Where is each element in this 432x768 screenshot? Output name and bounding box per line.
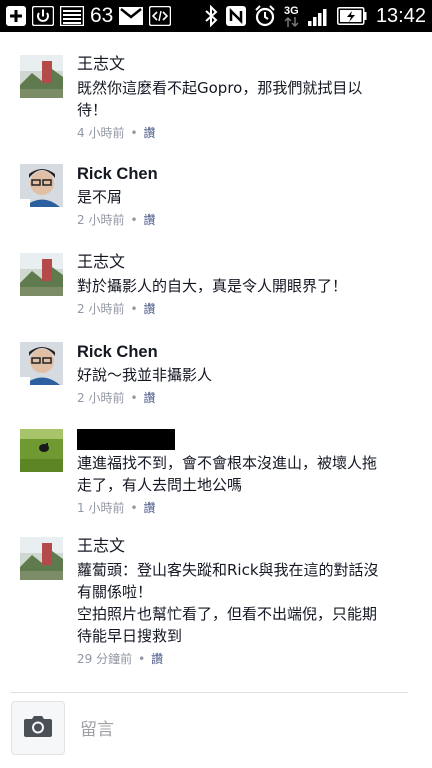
comment-text: 是不屑 — [77, 188, 123, 206]
comment-composer — [0, 693, 432, 768]
notification-count: 63 — [90, 4, 114, 27]
comment-list[interactable]: 王志文 既然你這麼看不起Gopro，那我們就拭目以 待！ 4 小時前 • 讚 Ric… — [0, 32, 432, 692]
author-name[interactable]: 王志文 — [77, 537, 416, 557]
author-name[interactable]: 王志文 — [77, 253, 416, 273]
comment-meta: 29 分鐘前 • 讚 — [77, 652, 164, 666]
comment-time: 1 小時前 — [77, 501, 125, 515]
comment-time: 2 小時前 — [77, 391, 125, 405]
power-icon — [32, 6, 54, 26]
comment-time: 29 分鐘前 — [77, 652, 133, 666]
nfc-icon — [225, 5, 247, 27]
comment-time: 2 小時前 — [77, 302, 125, 316]
comment-meta: 2 小時前 • 讚 — [77, 213, 156, 227]
author-name[interactable]: Rick Chen — [77, 342, 416, 362]
mail-icon — [119, 6, 144, 26]
author-name[interactable]: Rick Chen — [77, 164, 416, 184]
comment-time: 2 小時前 — [77, 213, 125, 227]
comment-text: 既然你這麼看不起Gopro，那我們就拭目以 待！ — [77, 79, 363, 119]
comment-meta: 2 小時前 • 讚 — [77, 391, 156, 405]
comment-meta: 1 小時前 • 讚 — [77, 501, 156, 515]
battery-icon — [336, 7, 367, 25]
comment-text: 蘿蔔頭：登山客失蹤和Rick與我在這的對話沒 有關係啦！ 空拍照片也幫忙看了，但… — [77, 561, 379, 645]
add-icon — [6, 6, 26, 26]
status-bar: 63 3G 13:42 — [0, 0, 432, 32]
clock: 13:42 — [375, 5, 426, 27]
alarm-icon — [254, 5, 276, 27]
bluetooth-icon — [204, 5, 218, 27]
svg-text:3G: 3G — [284, 5, 299, 17]
comment-input[interactable] — [78, 711, 402, 749]
comment-meta: 4 小時前 • 讚 — [77, 126, 156, 140]
comment-text: 連進福找不到，會不會根本沒進山，被壞人拖 走了，有人去問土地公嗎 — [77, 454, 378, 494]
author-avatar[interactable] — [20, 164, 63, 207]
comment-text: 對於攝影人的自大，真是令人開眼界了！ — [77, 277, 348, 295]
camera-icon — [23, 714, 53, 742]
comment-meta: 2 小時前 • 讚 — [77, 302, 156, 316]
author-avatar[interactable] — [20, 253, 63, 296]
code-icon — [149, 6, 172, 26]
3g-icon: 3G — [283, 4, 301, 28]
like-link[interactable]: 讚 — [144, 213, 156, 227]
redacted-author-name — [77, 429, 175, 450]
like-link[interactable]: 讚 — [151, 652, 163, 666]
author-avatar[interactable] — [20, 537, 63, 580]
author-name[interactable]: 王志文 — [77, 55, 416, 75]
like-link[interactable]: 讚 — [144, 302, 156, 316]
like-link[interactable]: 讚 — [144, 501, 156, 515]
signal-icon — [307, 6, 330, 26]
author-avatar[interactable] — [20, 342, 63, 385]
like-link[interactable]: 讚 — [144, 391, 156, 405]
comment-text: 好說～我並非攝影人 — [77, 366, 213, 384]
camera-button[interactable] — [11, 701, 65, 755]
comment-time: 4 小時前 — [77, 126, 125, 140]
like-link[interactable]: 讚 — [144, 126, 156, 140]
author-avatar[interactable] — [20, 55, 63, 98]
image-icon — [60, 6, 84, 26]
author-avatar[interactable] — [20, 429, 63, 472]
